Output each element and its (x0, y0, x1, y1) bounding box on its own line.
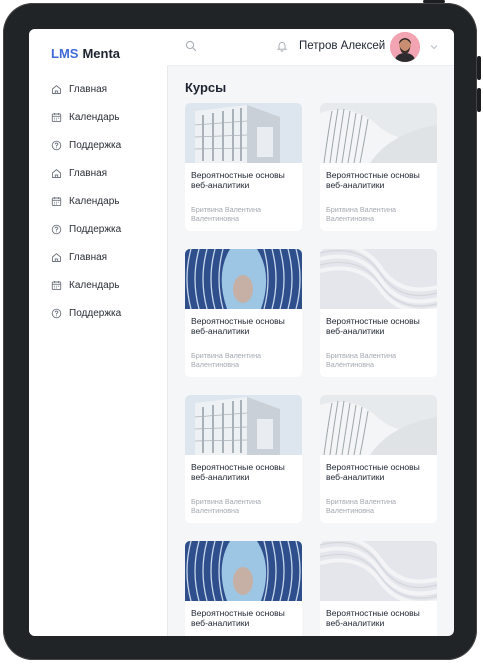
course-image (320, 541, 437, 601)
logo-lms: LMS (51, 46, 79, 61)
sidebar-item-label: Поддержка (69, 139, 122, 151)
user-name[interactable]: Петров Алексей (299, 40, 385, 52)
search-icon[interactable] (185, 40, 197, 52)
course-image (185, 541, 302, 601)
sidebar-item-3[interactable]: Главная (51, 159, 121, 187)
help-icon (51, 224, 69, 235)
sidebar-item-6[interactable]: Главная (51, 243, 121, 271)
course-image (185, 395, 302, 455)
course-author: Бритвина Валентина Валентиновна (326, 205, 397, 223)
course-author: Бритвина Валентина Валентиновна (326, 497, 397, 515)
course-card[interactable]: Вероятностные основы веб-аналитики Бритви… (185, 249, 302, 377)
sidebar: LMS Menta Главная Календарь Поддержка Главна… (29, 29, 168, 636)
sidebar-item-label: Календарь (69, 111, 120, 123)
sidebar-item-1[interactable]: Календарь (51, 103, 121, 131)
sidebar-item-label: Календарь (69, 279, 120, 291)
app-screen: LMS Menta Главная Календарь Поддержка Главна… (29, 29, 454, 636)
sidebar-item-label: Главная (69, 167, 108, 179)
course-image (320, 395, 437, 455)
topbar: Петров Алексей (167, 29, 454, 66)
sidebar-item-label: Поддержка (69, 223, 122, 235)
sidebar-item-5[interactable]: Поддержка (51, 215, 121, 243)
course-author: Бритвина Валентина Валентиновна (191, 351, 262, 369)
course-author: Бритвина Валентина Валентиновна (326, 351, 397, 369)
sidebar-item-label: Главная (69, 251, 108, 263)
course-title: Вероятностные основы веб-аналитики (191, 170, 285, 190)
course-image (320, 103, 437, 163)
avatar[interactable] (390, 32, 420, 62)
calendar-icon (51, 196, 69, 207)
course-image (185, 249, 302, 309)
help-icon (51, 308, 69, 319)
course-card[interactable]: Вероятностные основы веб-аналитикиБритви… (320, 541, 437, 636)
sidebar-item-4[interactable]: Календарь (51, 187, 121, 215)
logo-menta: Menta (82, 46, 121, 61)
course-title: Вероятностные основы веб-аналитики (191, 316, 285, 336)
calendar-icon (51, 112, 69, 123)
sidebar-item-2[interactable]: Поддержка (51, 131, 121, 159)
sidebar-item-label: Поддержка (69, 307, 122, 319)
sidebar-item-0[interactable]: Главная (51, 75, 121, 103)
course-title: Вероятностные основы веб-аналитики (191, 608, 285, 628)
course-card[interactable]: Вероятностные основы веб-аналитики Бритви… (185, 103, 302, 231)
sidebar-item-8[interactable]: Поддержка (51, 299, 121, 327)
course-image (185, 103, 302, 163)
home-icon (51, 84, 69, 95)
course-title: Вероятностные основы веб-аналитики (326, 316, 420, 336)
sidebar-nav: Главная Календарь Поддержка Главная Календар… (51, 75, 121, 327)
course-title: Вероятностные основы веб-аналитики (326, 170, 420, 190)
sidebar-item-7[interactable]: Календарь (51, 271, 121, 299)
course-author: Бритвина Валентина Валентиновна (191, 497, 262, 515)
volume-down-button (477, 88, 481, 112)
course-card[interactable]: Вероятностные основы веб-аналитики Бритви… (320, 249, 437, 377)
help-icon (51, 140, 69, 151)
course-title: Вероятностные основы веб-аналитики (326, 608, 420, 628)
chevron-down-icon[interactable] (430, 43, 438, 51)
power-button (423, 0, 445, 3)
sidebar-item-label: Главная (69, 83, 108, 95)
course-card[interactable]: Вероятностные основы веб-аналитики Бритви… (185, 395, 302, 523)
course-card[interactable]: Вероятностные основы веб-аналитикиБритви… (185, 541, 302, 636)
course-title: Вероятностные основы веб-аналитики (326, 462, 420, 482)
avatar-photo (390, 32, 420, 62)
home-icon (51, 168, 69, 179)
volume-up-button (477, 56, 481, 80)
app-logo[interactable]: LMS Menta (51, 46, 120, 61)
course-title: Вероятностные основы веб-аналитики (191, 462, 285, 482)
course-card[interactable]: Вероятностные основы веб-аналитики Бритви… (320, 395, 437, 523)
sidebar-item-label: Календарь (69, 195, 120, 207)
bell-icon[interactable] (276, 40, 288, 52)
calendar-icon (51, 280, 69, 291)
course-image (320, 249, 437, 309)
course-author: Бритвина Валентина Валентиновна (191, 205, 262, 223)
page-title: Курсы (185, 80, 227, 95)
home-icon (51, 252, 69, 263)
course-card[interactable]: Вероятностные основы веб-аналитики Бритви… (320, 103, 437, 231)
